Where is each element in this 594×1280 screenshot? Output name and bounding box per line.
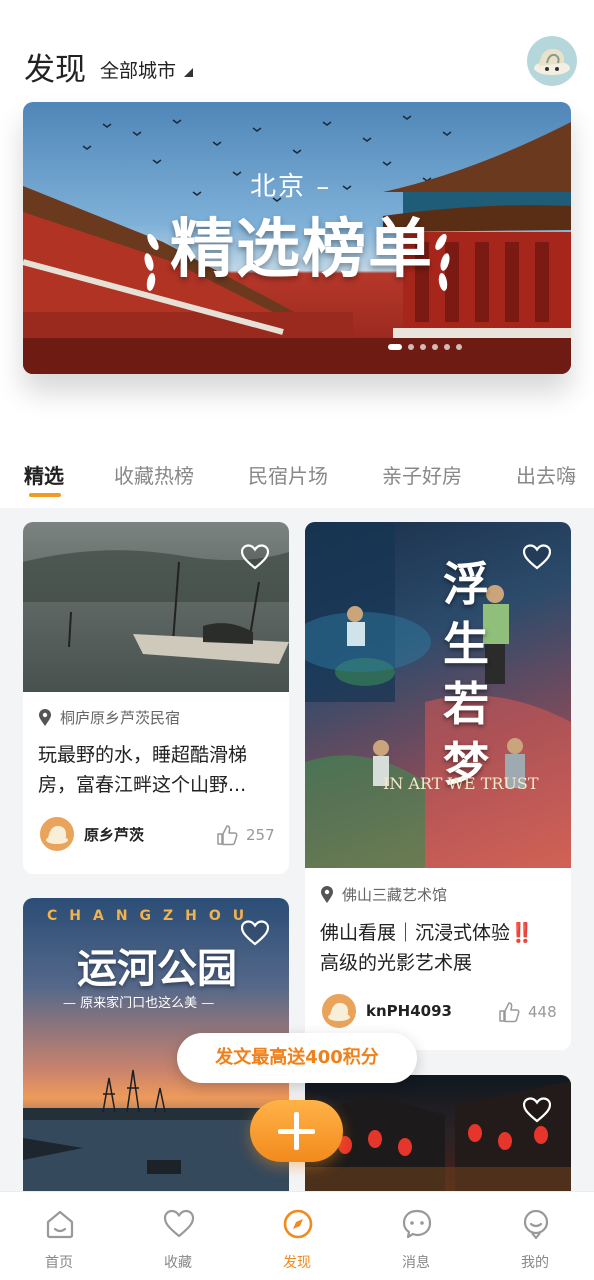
heart-icon[interactable] <box>163 1208 195 1240</box>
city-selector[interactable]: 全部城市 <box>100 56 176 83</box>
snail-avatar-icon <box>534 48 570 75</box>
post-image: 浮生若梦 IN ART WE TRUST <box>305 522 571 868</box>
like-count[interactable]: 257 <box>216 824 275 846</box>
snail-avatar-icon <box>46 825 68 844</box>
like-count-value: 257 <box>246 826 275 844</box>
heart-icon[interactable] <box>241 544 269 570</box>
page-title: 发现 <box>24 52 86 88</box>
like-count[interactable]: 448 <box>498 1001 557 1023</box>
nav-discover[interactable]: 发现 <box>238 1192 356 1280</box>
top-section: 发现 全部城市 北京 – 精选榜单 <box>0 0 594 438</box>
image-subtitle: — 原来家门口也这么美 — <box>63 996 215 1011</box>
author-row[interactable]: knPH4093 <box>320 992 452 1030</box>
heart-icon[interactable] <box>241 920 269 946</box>
profile-icon[interactable] <box>520 1208 552 1240</box>
nav-home[interactable]: 首页 <box>0 1192 118 1280</box>
tab-homestay[interactable]: 民宿片场 <box>248 460 328 489</box>
tab-featured[interactable]: 精选 <box>24 460 64 489</box>
post-card[interactable] <box>305 1075 571 1192</box>
nav-label: 首页 <box>45 1255 73 1271</box>
location-pin-icon <box>321 885 333 903</box>
night-street-illustration <box>305 1081 571 1192</box>
post-title-line: 佛山看展｜沉浸式体验‼️ <box>320 922 534 944</box>
post-title: 玩最野的水，睡超酷滑梯 房，富春江畔这个山野... <box>38 740 278 800</box>
plus-icon-stroke <box>294 1112 299 1150</box>
heart-icon[interactable] <box>523 1097 551 1123</box>
image-title: 浮生若梦 <box>443 557 489 791</box>
compass-icon[interactable] <box>282 1208 314 1240</box>
thumbs-up-icon[interactable] <box>216 824 238 846</box>
location-label: 佛山三藏艺术馆 <box>342 886 448 904</box>
post-card[interactable]: 浮生若梦 IN ART WE TRUST 佛山三藏艺术馆 佛山看展｜沉浸式体验‼… <box>305 522 571 1050</box>
location-row: 佛山三藏艺术馆 <box>320 884 447 905</box>
art-exhibition-illustration <box>305 522 571 868</box>
post-title: 佛山看展｜沉浸式体验‼️ 高级的光影艺术展 <box>320 918 565 978</box>
author-name[interactable]: knPH4093 <box>366 1002 452 1020</box>
author-name[interactable]: 原乡芦茨 <box>84 824 144 845</box>
location-label: 桐庐原乡芦茨民宿 <box>60 709 181 727</box>
message-icon[interactable] <box>401 1208 433 1240</box>
image-kicker: CHANGZHOU <box>47 908 257 924</box>
user-avatar[interactable] <box>527 36 577 86</box>
heart-icon[interactable] <box>523 544 551 570</box>
author-avatar[interactable] <box>320 992 358 1030</box>
post-title-line: 房，富春江畔这个山野... <box>38 774 247 796</box>
snail-avatar-icon <box>328 1002 350 1021</box>
tab-family[interactable]: 亲子好房 <box>382 460 462 489</box>
author-row[interactable]: 原乡芦茨 <box>38 815 144 853</box>
nav-label: 发现 <box>283 1255 311 1271</box>
author-avatar[interactable] <box>38 815 76 853</box>
post-image <box>305 1075 571 1192</box>
post-card[interactable]: 桐庐原乡芦茨民宿 玩最野的水，睡超酷滑梯 房，富春江畔这个山野... 原乡芦茨 … <box>23 522 289 874</box>
post-title-line: 高级的光影艺术展 <box>320 952 473 974</box>
nav-favorites[interactable]: 收藏 <box>119 1192 237 1280</box>
nav-profile[interactable]: 我的 <box>476 1192 594 1280</box>
location-row: 桐庐原乡芦茨民宿 <box>38 707 180 728</box>
active-tab-indicator <box>29 493 61 497</box>
banner-title: 精选榜单 <box>170 212 434 287</box>
thumbs-up-icon[interactable] <box>498 1001 520 1023</box>
city-caret-icon[interactable] <box>184 68 193 77</box>
bottom-navigation: 首页 收藏 发现 消息 我的 <box>0 1192 594 1280</box>
promo-tooltip[interactable]: 发文最高送400积分 <box>177 1033 417 1083</box>
nav-label: 消息 <box>402 1255 430 1271</box>
image-title: 运河公园 <box>77 945 237 992</box>
banner-pagination <box>388 344 462 350</box>
image-subtitle: IN ART WE TRUST <box>383 774 539 793</box>
nav-label: 我的 <box>521 1255 549 1271</box>
create-post-button[interactable] <box>250 1100 343 1162</box>
location-pin-icon <box>39 708 51 726</box>
like-count-value: 448 <box>528 1003 557 1021</box>
category-tabs: 精选 收藏热榜 民宿片场 亲子好房 出去嗨 <box>0 438 594 508</box>
nav-messages[interactable]: 消息 <box>357 1192 475 1280</box>
nav-label: 收藏 <box>164 1255 192 1271</box>
tab-favorites-ranking[interactable]: 收藏热榜 <box>114 460 194 489</box>
tab-outing[interactable]: 出去嗨 <box>516 460 576 489</box>
post-title-line: 玩最野的水，睡超酷滑梯 <box>38 744 248 766</box>
home-icon[interactable] <box>44 1208 76 1240</box>
